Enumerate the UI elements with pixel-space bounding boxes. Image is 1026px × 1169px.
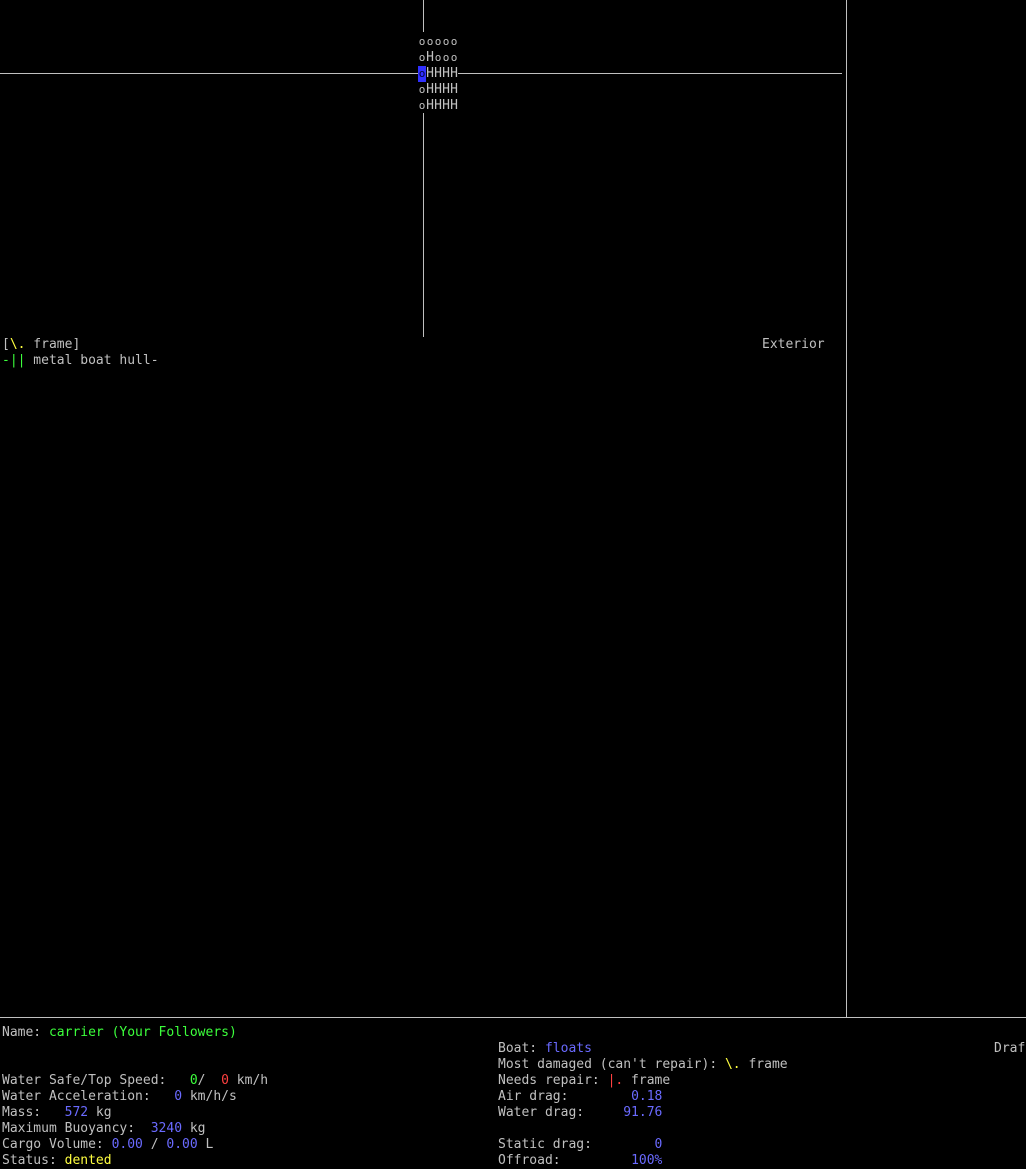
frame-tile[interactable]: o xyxy=(418,50,426,66)
frame-tile[interactable]: o xyxy=(434,34,442,50)
hull-tile[interactable]: H xyxy=(434,98,442,114)
water-drag-value: 91.76 xyxy=(623,1105,663,1120)
frame-tile[interactable]: o xyxy=(426,34,434,50)
frame-bracket: [ xyxy=(2,337,10,352)
grid-row: oHHHH xyxy=(418,98,458,114)
hull-tile[interactable]: H xyxy=(426,98,434,114)
frame-tile[interactable]: o xyxy=(434,50,442,66)
grid-row: oHooo xyxy=(418,50,458,66)
hull-symbol: -|| xyxy=(2,353,26,368)
grid-horizontal-axis-left xyxy=(0,73,418,74)
hull-tile[interactable]: H xyxy=(442,66,450,82)
grid-vertical-axis-lower xyxy=(423,113,424,337)
needs-repair-row: Needs repair: |. frame xyxy=(498,1073,671,1088)
grid-row: oHHHH xyxy=(418,82,458,98)
frame-tile[interactable]: o xyxy=(418,82,426,98)
most-damaged-row: Most damaged (can't repair): \. frame xyxy=(498,1057,788,1072)
frame-tile[interactable]: o xyxy=(450,34,458,50)
hull-tile[interactable]: H xyxy=(442,82,450,98)
frame-tile[interactable]: o xyxy=(418,34,426,50)
frame-symbol: \. xyxy=(9,337,26,352)
hull-tile[interactable]: H xyxy=(426,66,434,82)
bottom-panel-divider xyxy=(0,1017,1026,1018)
hull-tile[interactable]: H xyxy=(434,82,442,98)
water-safe-speed: 0 xyxy=(189,1073,198,1088)
water-speed-row: Water Safe/Top Speed: 0/ 0 km/h xyxy=(2,1073,269,1088)
cargo-row: Cargo Volume: 0.00 / 0.00 L xyxy=(2,1137,214,1152)
boat-row: Boat: floats xyxy=(498,1041,592,1056)
hull-tile[interactable]: H xyxy=(450,82,458,98)
cargo-total: 0.00 xyxy=(166,1137,198,1152)
mass-value: 572 xyxy=(64,1105,89,1120)
frame-tile[interactable]: o xyxy=(442,34,450,50)
buoyancy-row: Maximum Buoyancy: 3240 kg xyxy=(2,1121,206,1136)
hull-tile[interactable]: H xyxy=(450,66,458,82)
status-row: Status: dented xyxy=(2,1153,112,1168)
grid-row: ooooo xyxy=(418,34,458,50)
right-panel-divider xyxy=(846,0,847,1017)
grid-horizontal-axis-right xyxy=(458,73,842,74)
frame-tile[interactable]: o xyxy=(418,98,426,114)
static-drag-row: Static drag: 0 xyxy=(498,1137,663,1152)
frame-tile[interactable]: o xyxy=(442,50,450,66)
most-damaged-symbol: \. xyxy=(724,1057,741,1072)
hull-tile[interactable]: H xyxy=(434,66,442,82)
offroad-row: Offroad: 100% xyxy=(498,1153,663,1168)
hull-tile[interactable]: H xyxy=(426,50,434,66)
frame-tile[interactable]: o xyxy=(450,50,458,66)
static-drag-value: 0 xyxy=(654,1137,663,1152)
hull-label: metal boat hull- xyxy=(25,353,159,368)
water-accel-row: Water Acceleration: 0 km/h/s xyxy=(2,1089,237,1104)
hull-tile[interactable]: H xyxy=(442,98,450,114)
boat-value: floats xyxy=(544,1041,592,1056)
grid-row: oHHHH xyxy=(418,66,458,82)
cargo-used: 0.00 xyxy=(111,1137,143,1152)
frame-label: frame] xyxy=(25,337,81,352)
hull-tile[interactable]: H xyxy=(426,82,434,98)
vehicle-name: carrier (Your Followers) xyxy=(48,1025,237,1040)
name-row: Name: carrier (Your Followers) xyxy=(2,1025,237,1040)
mass-row: Mass: 572 kg xyxy=(2,1105,112,1120)
grid-cursor[interactable]: o xyxy=(418,66,426,82)
grid-vertical-axis xyxy=(423,0,424,32)
status-value: dented xyxy=(64,1153,112,1168)
water-accel-value: 0 xyxy=(174,1089,183,1104)
location-label: Exterior xyxy=(762,337,825,352)
hull-tile[interactable]: H xyxy=(450,98,458,114)
air-drag-row: Air drag: 0.18 xyxy=(498,1089,663,1104)
air-drag-value: 0.18 xyxy=(631,1089,663,1104)
water-top-speed: 0 xyxy=(221,1073,229,1088)
offroad-value: 100% xyxy=(631,1153,663,1168)
part-frame-line[interactable]: [\. frame] xyxy=(2,337,80,353)
buoyancy-value: 3240 xyxy=(150,1121,183,1136)
needs-repair-symbol: |. xyxy=(607,1073,624,1088)
drafted-label: Draf xyxy=(994,1041,1026,1056)
part-hull-line[interactable]: -|| metal boat hull- xyxy=(2,353,159,369)
water-drag-row: Water drag: 91.76 xyxy=(498,1105,663,1120)
